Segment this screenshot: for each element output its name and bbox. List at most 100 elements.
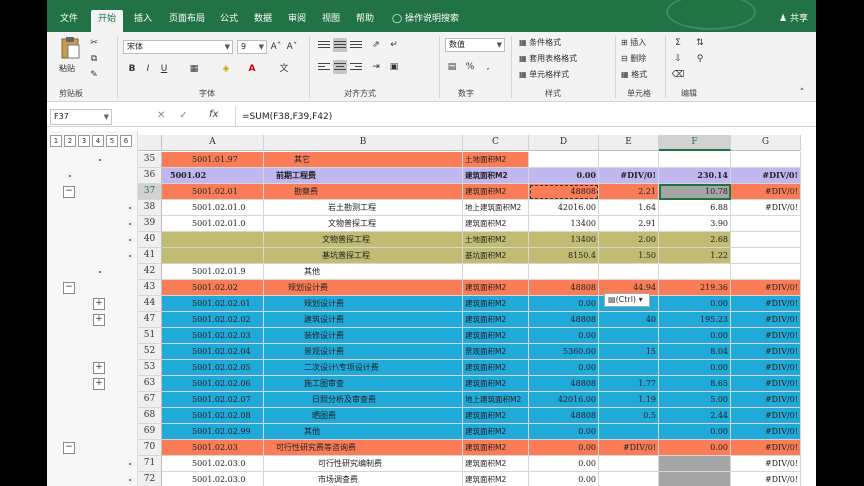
row-header[interactable]: 38: [138, 200, 162, 216]
row-header[interactable]: 53: [138, 360, 162, 376]
enter-icon[interactable]: ✓: [179, 110, 201, 121]
cell-b35[interactable]: 其它: [264, 152, 463, 168]
column-header-f[interactable]: F: [659, 135, 731, 151]
number-format-combo[interactable]: 数值 ▼: [445, 38, 505, 52]
cell-a36[interactable]: 5001.02: [162, 168, 264, 184]
tab-formulas[interactable]: 公式: [215, 10, 243, 32]
cell-b71[interactable]: 可行性研究编制费: [264, 456, 463, 472]
cell-b47[interactable]: 建筑设计费: [264, 312, 463, 328]
cell-a38[interactable]: 5001.02.01.0: [162, 200, 264, 216]
underline-button[interactable]: U: [157, 62, 171, 76]
indent-icon[interactable]: ⇥: [369, 60, 383, 74]
cell-f40[interactable]: 2.68: [659, 232, 731, 248]
cell-g70[interactable]: #DIV/0!: [731, 440, 801, 456]
cell-b51[interactable]: 装修设计费: [264, 328, 463, 344]
outline-level-button[interactable]: 1: [50, 135, 62, 147]
cell-a52[interactable]: 5001.02.02.04: [162, 344, 264, 360]
tab-review[interactable]: 审阅: [283, 10, 311, 32]
insert-function-button[interactable]: fx: [209, 109, 218, 120]
cell-a63[interactable]: 5001.02.02.06: [162, 376, 264, 392]
cell-d71[interactable]: 0.00: [529, 456, 599, 472]
column-header-g[interactable]: G: [731, 135, 801, 151]
row-header[interactable]: 41: [138, 248, 162, 264]
cell-f43[interactable]: 219.36: [659, 280, 731, 296]
cell-c47[interactable]: 建筑面积M2: [463, 312, 529, 328]
font-color-icon[interactable]: A: [245, 62, 259, 76]
cell-c42[interactable]: [463, 264, 529, 280]
cell-g67[interactable]: #DIV/0!: [731, 392, 801, 408]
outline-level-button[interactable]: 2: [64, 135, 76, 147]
cell-c53[interactable]: 建筑面积M2: [463, 360, 529, 376]
collapse-group-button[interactable]: −: [63, 186, 75, 198]
cell-b63[interactable]: 施工图审查: [264, 376, 463, 392]
align-right-icon[interactable]: [349, 60, 363, 74]
cell-e53[interactable]: [599, 360, 659, 376]
conditional-formatting-button[interactable]: ▦ 条件格式: [519, 36, 561, 50]
cell-d37[interactable]: 48808: [529, 184, 599, 200]
cell-e51[interactable]: [599, 328, 659, 344]
cell-e67[interactable]: 1.19: [599, 392, 659, 408]
tab-page-layout[interactable]: 页面布局: [165, 10, 209, 32]
cell-c44[interactable]: 建筑面积M2: [463, 296, 529, 312]
cell-g47[interactable]: #DIV/0!: [731, 312, 801, 328]
outline-level-button[interactable]: 4: [92, 135, 104, 147]
outline-level-button[interactable]: 6: [120, 135, 132, 147]
collapse-ribbon-icon[interactable]: ˄: [795, 86, 809, 100]
cell-b68[interactable]: 晒图费: [264, 408, 463, 424]
cell-c52[interactable]: 景观面积M2: [463, 344, 529, 360]
share-button[interactable]: ♟ 共享: [779, 10, 808, 28]
format-cells-button[interactable]: ▦ 格式: [621, 68, 647, 82]
cell-g38[interactable]: #DIV/0!: [731, 200, 801, 216]
cell-a41[interactable]: [162, 248, 264, 264]
cell-f38[interactable]: 6.88: [659, 200, 731, 216]
cell-b38[interactable]: 岩土勘测工程: [264, 200, 463, 216]
cell-c41[interactable]: 基坑面积M2: [463, 248, 529, 264]
cell-b42[interactable]: 其他: [264, 264, 463, 280]
row-header[interactable]: 52: [138, 344, 162, 360]
cell-g44[interactable]: #DIV/0!: [731, 296, 801, 312]
align-center-icon[interactable]: [333, 60, 347, 74]
cell-d72[interactable]: 0.00: [529, 472, 599, 486]
cell-c68[interactable]: 建筑面积M2: [463, 408, 529, 424]
cell-c38[interactable]: 地上建筑面积M2: [463, 200, 529, 216]
cell-f44[interactable]: 0.00: [659, 296, 731, 312]
cell-c51[interactable]: 建筑面积M2: [463, 328, 529, 344]
cell-c40[interactable]: 土地面积M2: [463, 232, 529, 248]
cell-e36[interactable]: #DIV/0!: [599, 168, 659, 184]
row-header[interactable]: 67: [138, 392, 162, 408]
tab-file[interactable]: 文件: [55, 10, 83, 32]
cell-e42[interactable]: [599, 264, 659, 280]
comma-style-icon[interactable]: ,: [481, 60, 495, 74]
align-bottom-icon[interactable]: [349, 38, 363, 52]
cell-c70[interactable]: 建筑面积M2: [463, 440, 529, 456]
cell-b41[interactable]: 基坑普探工程: [264, 248, 463, 264]
cell-f39[interactable]: 3.90: [659, 216, 731, 232]
cell-e35[interactable]: [599, 152, 659, 168]
cell-f67[interactable]: 5.00: [659, 392, 731, 408]
bold-button[interactable]: B: [125, 62, 139, 76]
autosum-icon[interactable]: Σ: [671, 36, 685, 50]
cell-e70[interactable]: #DIV/0!: [599, 440, 659, 456]
tab-insert[interactable]: 插入: [129, 10, 157, 32]
cell-a72[interactable]: 5001.02.03.0: [162, 472, 264, 486]
cell-g71[interactable]: #DIV/0!: [731, 456, 801, 472]
cell-d47[interactable]: 48808: [529, 312, 599, 328]
outline-level-button[interactable]: 5: [106, 135, 118, 147]
cell-f47[interactable]: 195.23: [659, 312, 731, 328]
copy-icon[interactable]: ⧉: [87, 52, 101, 66]
cancel-icon[interactable]: ✕: [157, 110, 179, 121]
cell-b53[interactable]: 二次设计\专项设计费: [264, 360, 463, 376]
cell-d69[interactable]: 0.00: [529, 424, 599, 440]
cell-c69[interactable]: 建筑面积M2: [463, 424, 529, 440]
cell-a71[interactable]: 5001.02.03.0: [162, 456, 264, 472]
row-header[interactable]: 72: [138, 472, 162, 486]
cell-a42[interactable]: 5001.02.01.9: [162, 264, 264, 280]
cell-e63[interactable]: 1.77: [599, 376, 659, 392]
cell-c35[interactable]: 土地面积M2: [463, 152, 529, 168]
orientation-icon[interactable]: ⇗: [369, 38, 383, 52]
row-header[interactable]: 42: [138, 264, 162, 280]
wrap-text-icon[interactable]: ↵: [387, 38, 401, 52]
cell-d63[interactable]: 48808: [529, 376, 599, 392]
row-header[interactable]: 68: [138, 408, 162, 424]
tab-data[interactable]: 数据: [249, 10, 277, 32]
